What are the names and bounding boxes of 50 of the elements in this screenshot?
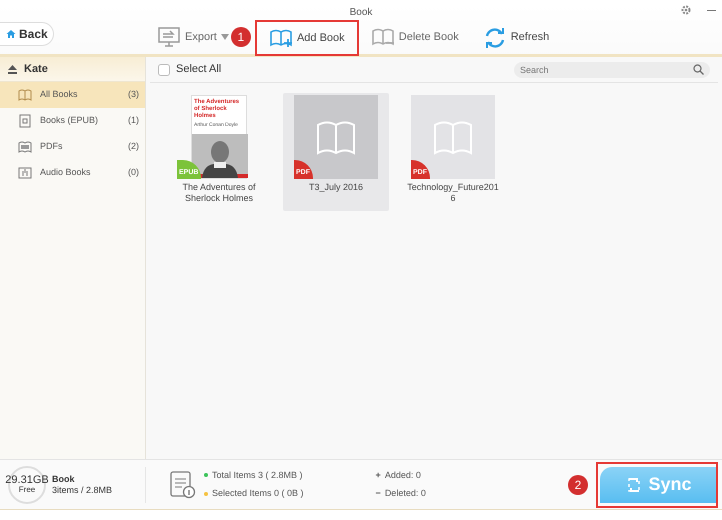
- sidebar-item[interactable]: PDFs (2): [0, 134, 145, 160]
- sign-icon: +: [376, 468, 381, 482]
- search-field[interactable]: Search: [514, 62, 710, 78]
- category-label: PDFs: [40, 140, 62, 154]
- step-number-marker: 2: [568, 474, 588, 494]
- back-button[interactable]: Back: [0, 22, 54, 46]
- select-all-checkbox[interactable]: [158, 64, 170, 76]
- epub-icon: [18, 114, 32, 128]
- step-number-marker: 1: [230, 27, 251, 47]
- pdf-icon: [18, 140, 32, 154]
- stat-label: Total Items 3 ( 2.8MB ): [212, 468, 303, 482]
- category-label: Books (EPUB): [40, 114, 98, 128]
- item-count: (0): [128, 166, 139, 180]
- book-title: T3_July 2016: [308, 182, 364, 194]
- change-label: Deleted: 0: [384, 487, 426, 500]
- change-label: Added: 0: [384, 468, 421, 482]
- item-count: (3): [128, 88, 139, 102]
- settings-icon: [680, 4, 692, 16]
- search-icon: [693, 64, 704, 74]
- minimize-icon[interactable]: [707, 10, 716, 11]
- eject-icon: [8, 64, 17, 74]
- book-title: Technology_Future2016: [406, 182, 500, 204]
- item-count: (1): [128, 114, 139, 128]
- info-document-icon: [170, 470, 196, 498]
- home-icon: [6, 29, 16, 39]
- sync-icon: [626, 476, 642, 492]
- window-title: Book: [348, 6, 374, 20]
- audio-book-icon: [18, 166, 32, 180]
- category-label: Audio Books: [40, 166, 91, 180]
- item-count: (2): [128, 140, 139, 154]
- stat-label: Selected Items 0 ( 0B ): [212, 487, 304, 500]
- add-button[interactable]: Add Book: [254, 20, 359, 56]
- refresh-button[interactable]: Refresh: [470, 20, 562, 54]
- category-label: All Books: [40, 88, 78, 102]
- sidebar-item[interactable]: Books (EPUB) (1): [0, 108, 145, 134]
- free-label: Free: [18, 486, 36, 495]
- book-minus-icon: [370, 26, 395, 48]
- storage-name: Book: [52, 474, 76, 484]
- storage-summary: 3items / 2.8MB: [52, 484, 112, 496]
- sidebar-item[interactable]: All Books (3): [0, 82, 145, 108]
- book-title: The Adventures of Sherlock Holmes: [181, 182, 257, 204]
- caret-icon: [220, 34, 229, 40]
- sidebar-item[interactable]: Audio Books (0): [0, 160, 145, 186]
- free-space: 29.31GB: [5, 474, 49, 486]
- add-book-icon: [268, 27, 293, 49]
- sign-icon: −: [376, 487, 381, 500]
- book-icon: [18, 88, 32, 102]
- device-name: Kate: [24, 62, 48, 77]
- monitor-icon: [157, 26, 181, 48]
- select-all-label: Select All: [176, 62, 222, 78]
